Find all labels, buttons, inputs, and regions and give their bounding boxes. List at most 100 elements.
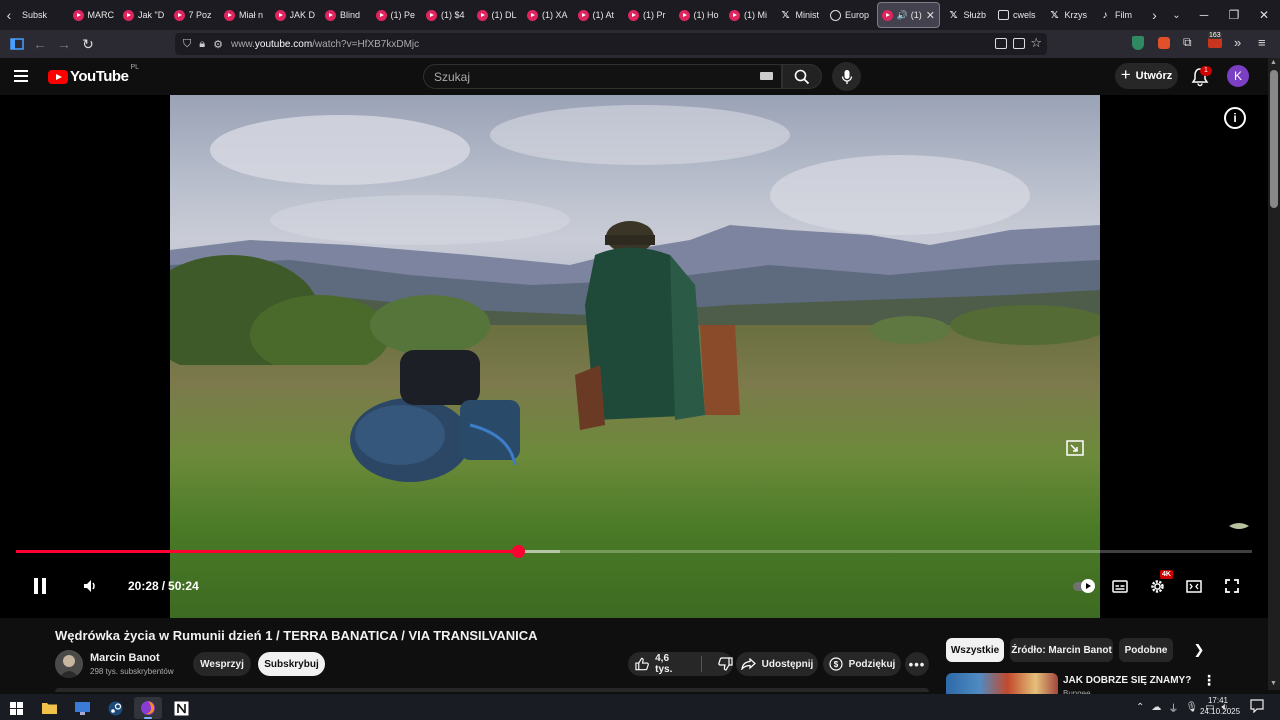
recommendation-thumbnail[interactable] xyxy=(946,673,1058,695)
subscribe-button[interactable]: Subskrybuj xyxy=(258,652,325,676)
search-button[interactable] xyxy=(782,64,822,89)
speaker-icon[interactable]: 🔊 xyxy=(897,10,908,21)
taskbar-clock[interactable]: 17:41 24.10.2025 xyxy=(1200,695,1240,717)
browser-tab[interactable]: 𝕏 Służb xyxy=(944,2,995,28)
browser-tab[interactable]: (1) Pe xyxy=(372,2,423,28)
browser-tab[interactable]: (1) DL xyxy=(473,2,524,28)
chip-related[interactable]: Podobne xyxy=(1119,638,1173,662)
notification-center-icon[interactable] xyxy=(1250,699,1264,713)
thanks-button[interactable]: $ Podziękuj xyxy=(823,652,901,676)
lock-icon[interactable]: 🔒︎ xyxy=(199,38,205,51)
back-button[interactable]: ← xyxy=(28,32,52,56)
browser-tab[interactable]: Miał n xyxy=(220,2,271,28)
tab-scroll-left-button[interactable]: ‹ xyxy=(0,0,18,30)
pause-button[interactable] xyxy=(30,575,50,597)
browser-tab[interactable]: (1) Mi xyxy=(725,2,776,28)
tab-scroll-right-button[interactable]: › xyxy=(1146,0,1164,30)
voice-search-button[interactable] xyxy=(832,62,861,91)
theater-mode-button[interactable] xyxy=(1184,575,1204,597)
info-icon[interactable]: i xyxy=(1224,107,1246,129)
browser-tab[interactable]: 7 Poz xyxy=(170,2,221,28)
onedrive-icon[interactable]: ☁ xyxy=(1151,702,1161,713)
chip-all[interactable]: Wszystkie xyxy=(946,638,1004,662)
sidebar-toggle-icon[interactable] xyxy=(5,32,29,56)
browser-tab[interactable]: Subsk xyxy=(18,2,69,28)
browser-tab[interactable]: (1) XA xyxy=(523,2,574,28)
subtitles-button[interactable] xyxy=(1110,575,1130,597)
chevron-right-icon[interactable]: ❯ xyxy=(1190,641,1208,659)
firefox-icon[interactable] xyxy=(134,697,162,719)
forward-button[interactable]: → xyxy=(52,32,76,56)
bookmark-star-icon[interactable]: ☆ xyxy=(1030,35,1042,51)
browser-tab[interactable]: (1) Ho xyxy=(675,2,726,28)
reader-view-icon[interactable] xyxy=(1013,38,1025,49)
hamburger-menu-icon[interactable] xyxy=(14,66,34,86)
dislike-button[interactable] xyxy=(718,657,733,671)
browser-tab[interactable]: (1) Pr xyxy=(624,2,675,28)
page-scrollbar[interactable]: ▲ ▼ xyxy=(1268,58,1280,690)
windows-start-icon[interactable] xyxy=(2,697,30,719)
video-backpacks xyxy=(350,350,520,482)
browser-tab[interactable]: ♪ Film xyxy=(1095,2,1146,28)
extensions-puzzle-icon[interactable]: ⧉ xyxy=(1183,35,1192,50)
usb-icon[interactable]: ⏚ xyxy=(1168,700,1178,715)
steam-icon[interactable] xyxy=(101,697,129,719)
microphone-tray-icon[interactable]: 🎙︎ xyxy=(1185,702,1198,713)
browser-tab[interactable]: Blind xyxy=(321,2,372,28)
remote-desktop-icon[interactable] xyxy=(68,697,96,719)
miniplayer-icon[interactable] xyxy=(1066,440,1084,456)
fullscreen-button[interactable] xyxy=(1222,575,1242,597)
browser-tab[interactable]: MARC xyxy=(69,2,120,28)
progress-bar[interactable] xyxy=(16,545,1252,558)
url-bar[interactable]: ⛉ 🔒︎ ⚙︎ www. youtube.com/watch?v=HfXB7kxD… xyxy=(175,33,1047,55)
picture-in-picture-icon[interactable] xyxy=(995,38,1007,49)
create-button[interactable]: + Utwórz xyxy=(1115,63,1178,89)
chip-from-channel[interactable]: Źródło: Marcin Banot xyxy=(1010,638,1113,662)
browser-tab[interactable]: cwels xyxy=(994,2,1045,28)
description-box[interactable] xyxy=(55,688,929,692)
browser-tab[interactable]: (1) $4 xyxy=(422,2,473,28)
account-avatar[interactable]: K xyxy=(1227,65,1249,87)
scrollbar-thumb[interactable] xyxy=(1270,70,1278,208)
shield-icon[interactable]: ⛉ xyxy=(183,38,191,51)
recommendation-title[interactable]: JAK DOBRZE SIĘ ZNAMY? xyxy=(1063,675,1191,686)
video-player[interactable]: i 20:28 / 50:24 4K xyxy=(0,95,1268,618)
browser-tab[interactable]: JAK D xyxy=(271,2,322,28)
browser-tab[interactable]: Jak "D xyxy=(119,2,170,28)
browser-tab[interactable]: 𝕏 Krzys xyxy=(1045,2,1096,28)
browser-tab[interactable]: (1) At xyxy=(574,2,625,28)
active-tab[interactable]: 🔊 (1) ✕ xyxy=(876,2,940,28)
app-menu-icon[interactable]: ≡ xyxy=(1258,35,1266,50)
extension-shield-icon[interactable] xyxy=(1132,36,1144,50)
channel-watermark-icon[interactable] xyxy=(1228,520,1250,532)
volume-button[interactable] xyxy=(80,575,100,597)
more-actions-button[interactable]: ••• xyxy=(905,652,929,676)
extension-fox-icon[interactable] xyxy=(1158,37,1170,49)
channel-name[interactable]: Marcin Banot xyxy=(90,652,160,664)
youtube-logo[interactable]: YouTube PL xyxy=(48,64,139,85)
keyboard-icon[interactable] xyxy=(760,72,773,80)
progress-scrubber-handle[interactable] xyxy=(511,545,525,558)
reload-button[interactable]: ↻ xyxy=(76,32,100,56)
close-window-button[interactable]: ✕ xyxy=(1246,0,1280,30)
recommendation-menu-icon[interactable]: ⋮ xyxy=(1202,673,1216,689)
tray-overflow-chevron-up-icon[interactable]: ⌃ xyxy=(1136,702,1144,713)
browser-tab[interactable]: 𝕏 Minist xyxy=(776,2,827,28)
search-input[interactable]: Szukaj xyxy=(423,64,782,89)
notion-icon[interactable] xyxy=(167,697,195,719)
close-tab-icon[interactable]: ✕ xyxy=(926,9,935,22)
scroll-down-icon[interactable]: ▼ xyxy=(1270,680,1277,687)
share-button[interactable]: Udostępnij xyxy=(736,652,818,676)
overflow-chevron-icon[interactable]: » xyxy=(1234,35,1241,50)
video-frame[interactable] xyxy=(170,95,1100,618)
autoplay-toggle[interactable] xyxy=(1072,575,1095,597)
permissions-icon[interactable]: ⚙︎ xyxy=(213,38,223,51)
browser-tab[interactable]: Europ xyxy=(826,2,877,28)
tab-list-chevron-down-icon[interactable]: ⌄ xyxy=(1168,0,1186,30)
file-explorer-icon[interactable] xyxy=(35,697,63,719)
join-button[interactable]: Wesprzyj xyxy=(193,652,251,676)
channel-avatar[interactable] xyxy=(55,650,83,678)
like-button[interactable]: 4,6 tys. xyxy=(635,653,687,675)
scroll-up-icon[interactable]: ▲ xyxy=(1270,59,1277,66)
x-icon: 𝕏 xyxy=(781,9,790,21)
